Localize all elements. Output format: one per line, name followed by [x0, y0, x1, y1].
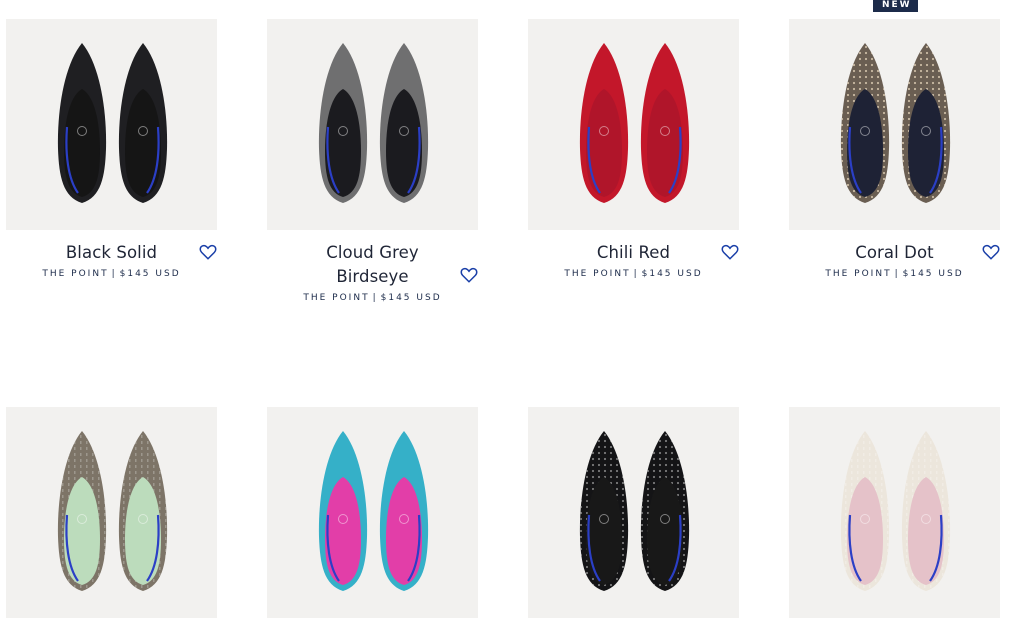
shoe-left [318, 431, 368, 591]
new-badge: NEW [873, 0, 918, 12]
product-card[interactable]: NEW Coral Dot THE POINT | $145 USD [789, 0, 1000, 279]
shoe-left [57, 431, 107, 591]
shoe-right [901, 431, 951, 591]
shoe-right [379, 431, 429, 591]
product-image[interactable] [267, 19, 478, 230]
product-style: THE POINT [303, 293, 370, 303]
product-price: $145 USD [380, 293, 442, 303]
product-price: $145 USD [119, 269, 181, 279]
product-name[interactable]: Chili Red [528, 241, 739, 265]
product-name[interactable]: Coral Dot [789, 241, 1000, 265]
product-image[interactable] [528, 19, 739, 230]
product-style: THE POINT [42, 269, 109, 279]
product-image[interactable] [267, 407, 478, 618]
meta-separator: | [633, 269, 639, 279]
shoe-pair-image [579, 43, 690, 203]
shoe-pair-image [840, 43, 951, 203]
shoe-right [118, 431, 168, 591]
heart-icon[interactable] [199, 243, 217, 261]
product-card[interactable]: Cloud Grey Birdseye THE POINT | $145 USD [267, 19, 478, 303]
shoe-right [379, 43, 429, 203]
product-image[interactable] [789, 19, 1000, 230]
shoe-left [840, 431, 890, 591]
shoe-pair-image [318, 43, 429, 203]
product-card[interactable]: Chili Red THE POINT | $145 USD [528, 19, 739, 279]
product-image[interactable] [6, 19, 217, 230]
shoe-left [579, 43, 629, 203]
shoe-right [640, 431, 690, 591]
product-card[interactable] [789, 407, 1000, 618]
shoe-left [318, 43, 368, 203]
product-card[interactable] [528, 407, 739, 618]
shoe-right [640, 43, 690, 203]
heart-icon[interactable] [982, 243, 1000, 261]
heart-icon[interactable] [721, 243, 739, 261]
meta-separator: | [111, 269, 117, 279]
shoe-pair-image [579, 431, 690, 591]
product-card[interactable]: Black Solid THE POINT | $145 USD [6, 19, 217, 279]
product-price: $145 USD [902, 269, 964, 279]
product-image[interactable] [6, 407, 217, 618]
product-name[interactable]: Cloud Grey Birdseye [267, 241, 478, 289]
shoe-left [579, 431, 629, 591]
product-image[interactable] [789, 407, 1000, 618]
meta-separator: | [372, 293, 378, 303]
shoe-left [57, 43, 107, 203]
product-image[interactable] [528, 407, 739, 618]
heart-icon[interactable] [460, 266, 478, 284]
shoe-right [901, 43, 951, 203]
product-card[interactable] [267, 407, 478, 618]
shoe-left [840, 43, 890, 203]
shoe-pair-image [57, 43, 168, 203]
product-style: THE POINT [564, 269, 631, 279]
shoe-pair-image [840, 431, 951, 591]
shoe-right [118, 43, 168, 203]
product-style: THE POINT [825, 269, 892, 279]
shoe-pair-image [318, 431, 429, 591]
product-name[interactable]: Black Solid [6, 241, 217, 265]
meta-separator: | [894, 269, 900, 279]
product-card[interactable] [6, 407, 217, 618]
product-price: $145 USD [641, 269, 703, 279]
shoe-pair-image [57, 431, 168, 591]
